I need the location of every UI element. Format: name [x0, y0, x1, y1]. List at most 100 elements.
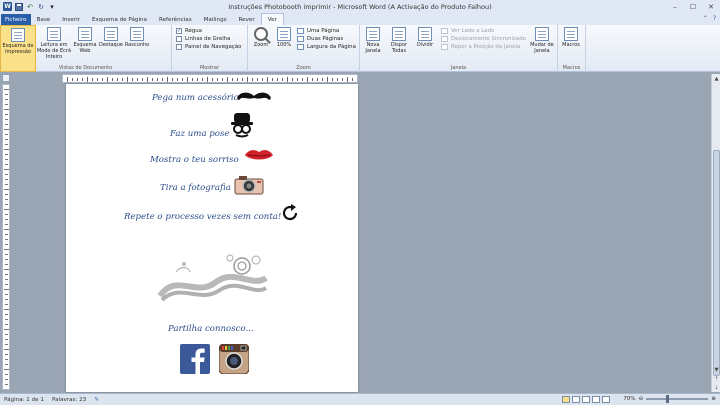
close-button[interactable]: ✕: [702, 0, 720, 13]
group-zoom: Zoom 100% Uma Página Duas Páginas Largur…: [248, 25, 360, 72]
status-draft-button[interactable]: [602, 396, 610, 403]
vertical-scrollbar[interactable]: ▲ ▼ ⇡ ⇣: [711, 74, 720, 392]
tab-selector-button[interactable]: [2, 74, 10, 82]
ruler-tick: [4, 309, 9, 310]
minimize-ribbon-icon[interactable]: ⌃: [703, 15, 708, 22]
macros-icon: [564, 27, 578, 41]
tab-esquema-de-pagina[interactable]: Esquema de Página: [86, 14, 153, 25]
status-print-layout-button[interactable]: [562, 396, 570, 403]
ruler-tick: [282, 78, 283, 81]
ruler-tick: [317, 78, 318, 81]
zoom-percent[interactable]: 70%: [623, 396, 635, 402]
customize-qat-icon[interactable]: ▾: [48, 3, 56, 11]
ruler-tick: [5, 204, 8, 205]
navigation-pane-checkbox[interactable]: Painel de Navegação: [176, 44, 241, 50]
two-pages-button[interactable]: Duas Páginas: [297, 36, 356, 42]
ribbon: Esquema de Impressão Leitura em Modo de …: [0, 25, 720, 72]
print-layout-icon: [11, 28, 25, 42]
doc-line-photo: Tira a fotografia: [160, 183, 231, 193]
word-count[interactable]: Palavras: 23: [48, 397, 90, 403]
status-full-screen-button[interactable]: [572, 396, 580, 403]
scroll-thumb[interactable]: [713, 150, 720, 376]
ruler-tick: [5, 239, 8, 240]
zoom-slider-knob[interactable]: [666, 395, 670, 403]
gridlines-checkbox[interactable]: Linhas de Grelha: [176, 36, 241, 42]
ruler-tick: [5, 344, 8, 345]
ruler-tick: [97, 78, 98, 81]
ruler-tick: [4, 329, 9, 330]
status-web-layout-button[interactable]: [582, 396, 590, 403]
tab-base[interactable]: Base: [31, 14, 57, 25]
tab-ver[interactable]: Ver: [260, 13, 284, 25]
synchronous-scrolling-button[interactable]: Deslocamento Sincronizado: [441, 36, 526, 42]
undo-icon[interactable]: ↶: [26, 3, 34, 11]
prev-page-arrow[interactable]: ⇡: [712, 374, 720, 383]
tab-ficheiro[interactable]: Ficheiro: [1, 14, 31, 25]
next-page-arrow[interactable]: ⇣: [712, 383, 720, 392]
group-label-views: Vistas de Documento: [58, 65, 113, 71]
ruler-tick: [322, 78, 323, 81]
ruler-tick: [112, 78, 113, 81]
instagram-icon[interactable]: [219, 344, 249, 374]
ruler-tick: [252, 78, 253, 81]
ruler-tick: [5, 254, 8, 255]
ruler-tick: [5, 139, 8, 140]
ruler-tick: [5, 244, 8, 245]
magnifier-icon: [254, 27, 268, 41]
ruler-tick: [5, 119, 8, 120]
ruler-tick: [5, 99, 8, 100]
ruler-tick: [177, 78, 178, 81]
zoom-out-button[interactable]: ⊖: [639, 396, 644, 402]
maximize-button[interactable]: ☐: [684, 0, 702, 13]
ruler-tick: [307, 77, 308, 82]
page-count[interactable]: Página: 1 de 1: [0, 397, 48, 403]
doc-line-accessory: Pega num acessório: [152, 93, 239, 103]
zoom-slider[interactable]: [646, 395, 709, 403]
view-side-by-side-button[interactable]: Ver Lado a Lado: [441, 28, 526, 34]
document-page[interactable]: Pega num acessório Faz uma pose Mostra o…: [66, 84, 358, 392]
minimize-button[interactable]: –: [666, 0, 684, 13]
ornament-swirl-icon: [157, 254, 268, 302]
ruler-tick: [132, 78, 133, 81]
ruler-tick: [5, 284, 8, 285]
scroll-up-arrow[interactable]: ▲: [712, 74, 720, 83]
ruler-tick: [5, 279, 8, 280]
help-icon[interactable]: ?: [713, 15, 716, 22]
window-title: Instruções Photobooth imprimir - Microso…: [228, 2, 492, 11]
tab-inserir[interactable]: Inserir: [56, 14, 86, 25]
ruler-tick: [267, 77, 268, 82]
reset-window-position-button[interactable]: Repor a Posição da Janela: [441, 44, 526, 50]
scroll-down-arrow[interactable]: ▼: [712, 365, 720, 374]
save-icon[interactable]: [15, 2, 23, 11]
proofing-icon[interactable]: ✎: [90, 397, 103, 403]
ruler-tick: [4, 89, 9, 90]
ruler-tick: [5, 114, 8, 115]
facebook-icon[interactable]: [180, 344, 210, 374]
ruler-tick: [217, 78, 218, 81]
ruler-tick: [5, 194, 8, 195]
word-logo-icon[interactable]: W: [3, 2, 12, 11]
tab-referencias[interactable]: Referências: [153, 14, 198, 25]
status-outline-button[interactable]: [592, 396, 600, 403]
one-page-button[interactable]: Uma Página: [297, 28, 356, 34]
group-label-show: Mostrar: [199, 65, 220, 71]
page-width-button[interactable]: Largura da Página: [297, 44, 356, 50]
ruler-tick: [5, 234, 8, 235]
ruler-tick: [192, 78, 193, 81]
tab-mailings[interactable]: Mailings: [198, 14, 233, 25]
ruler-tick: [152, 78, 153, 81]
ruler-tick: [292, 78, 293, 81]
ruler-tick: [5, 299, 8, 300]
ruler-tick: [5, 184, 8, 185]
vertical-ruler[interactable]: [2, 84, 10, 390]
horizontal-ruler[interactable]: [62, 74, 358, 83]
ruler-tick: [122, 78, 123, 81]
ruler-checkbox[interactable]: ✓ Régua: [176, 28, 241, 34]
redo-icon[interactable]: ↻: [37, 3, 45, 11]
switch-windows-icon: [534, 27, 549, 41]
ruler-tick: [347, 77, 348, 82]
ruler-tick: [167, 77, 168, 82]
tab-rever[interactable]: Rever: [233, 14, 261, 25]
ruler-tick: [5, 124, 8, 125]
zoom-in-button[interactable]: ⊕: [711, 396, 716, 402]
